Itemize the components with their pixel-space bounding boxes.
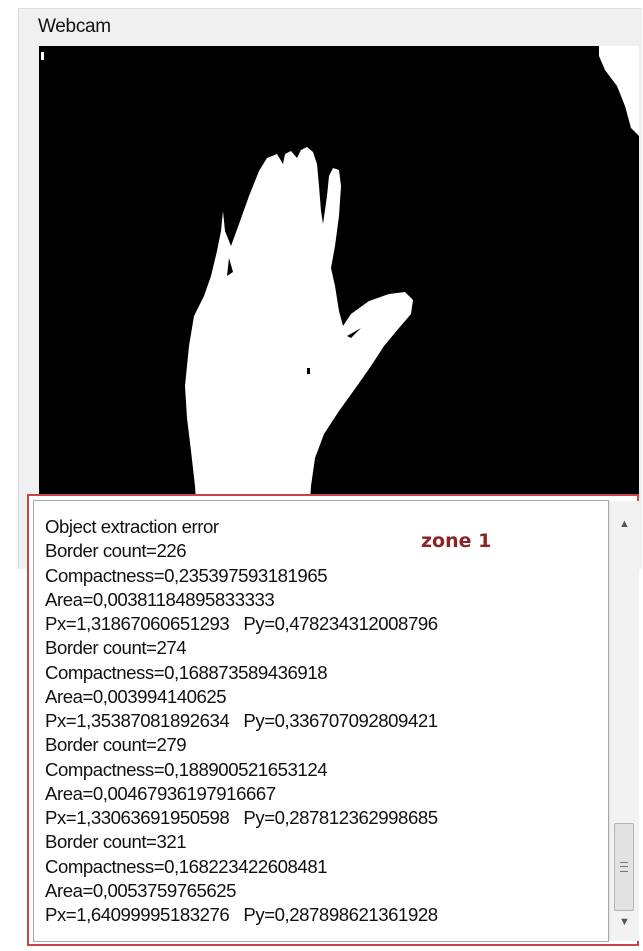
webcam-hand-image [39,46,639,516]
log-line: Compactness=0,188900521653124 [45,758,328,780]
log-line: Area=0,0053759765625 [45,879,237,901]
log-line: Border count=226 [45,540,187,562]
log-line: Border count=279 [45,734,187,756]
log-line: Compactness=0,168873589436918 [45,661,328,683]
scroll-up-arrow-icon[interactable]: ▲ [610,511,639,537]
log-vertical-scrollbar[interactable]: ▲ ▼ [609,501,639,941]
log-line: Compactness=0,235397593181965 [45,564,328,586]
log-line: Border count=274 [45,637,187,659]
log-line: Border count=321 [45,831,187,853]
zone-1-label: zone 1 [421,530,492,552]
log-line: Compactness=0,168223422608481 [45,855,328,877]
log-line: Area=0,00381184895833333 [45,588,275,610]
log-line: Px=1,35387081892634 Py=0,336707092809421 [45,710,438,731]
log-line: Px=1,31867060651293 Py=0,478234312008796 [45,613,438,634]
webcam-groupbox-title: Webcam [38,16,115,38]
log-line: Area=0,003994140625 [45,685,227,707]
log-line: Px=1,64099995183276 Py=0,287898621361928 [45,904,438,925]
webcam-view [39,46,639,516]
scrollbar-thumb[interactable] [614,823,634,911]
scroll-down-arrow-icon[interactable]: ▼ [610,909,639,935]
grip-icon [620,862,628,872]
log-line: Object extraction error [45,516,219,537]
log-line: Px=1,33063691950598 Py=0,287812362998685 [45,807,438,828]
log-line: Area=0,00467936197916667 [45,782,276,804]
log-textbox[interactable]: Object extraction error Border count=226… [33,500,609,942]
